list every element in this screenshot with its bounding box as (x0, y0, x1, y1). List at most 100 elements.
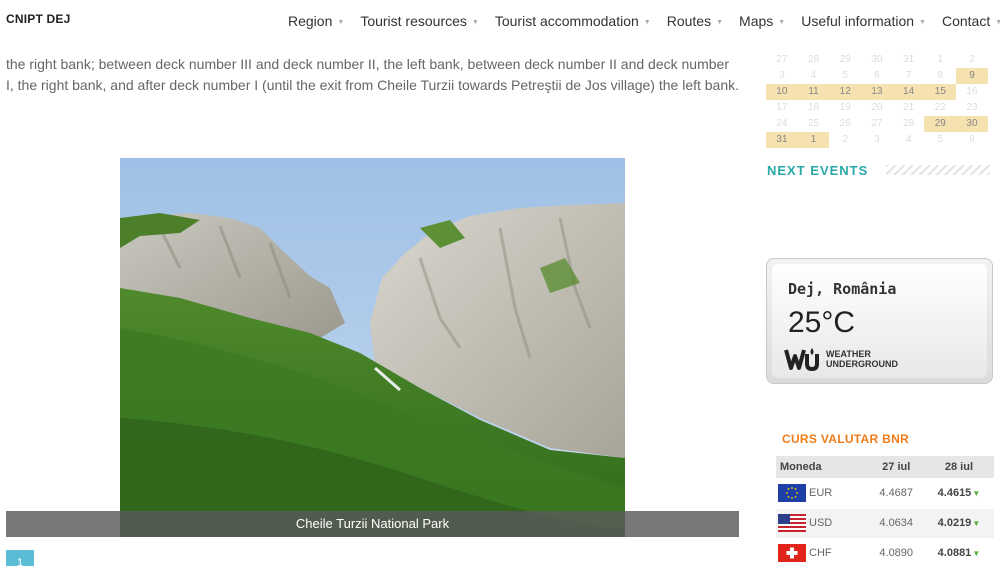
old-rate: 4.0890 (868, 538, 924, 566)
chevron-down-icon: ▼ (919, 18, 926, 26)
nav-label: Maps (739, 13, 774, 29)
calendar-day-event[interactable]: 15 (924, 84, 957, 100)
calendar-day: 29 (839, 54, 851, 65)
nav-item-region[interactable]: Region ▼ (288, 13, 344, 29)
calendar-day[interactable]: 23 (956, 100, 988, 116)
calendar-day: 5 (937, 134, 944, 145)
site-header: CNIPT DEJ Region ▼ Tourist resources ▼ Tou… (0, 0, 1000, 46)
calendar-day[interactable]: 17 (766, 100, 798, 116)
calendar-day[interactable]: 21 (893, 100, 925, 116)
eu-flag-icon (778, 483, 806, 502)
calendar-day-event[interactable]: 11 (797, 84, 830, 100)
new-rate: 4.4615 (937, 486, 972, 499)
site-brand[interactable]: CNIPT DEJ (6, 12, 70, 26)
chevron-down-icon: ▼ (716, 18, 724, 26)
calendar-day-event[interactable]: 10 (766, 84, 798, 100)
calendar-day-event[interactable]: 1 (797, 132, 830, 148)
nav-item-contact[interactable]: Contact ▼ (942, 13, 1000, 29)
currency-cell: CHF (776, 538, 869, 566)
calendar-week: 24 25 26 27 28 29 30 (766, 116, 988, 132)
events-calendar: 27 28 29 30 31 1 2 3 4 5 6 7 8 9 10 11 1… (766, 52, 988, 148)
gorge-photo[interactable] (120, 158, 625, 537)
nav-item-tourist-resources[interactable]: Tourist resources ▼ (360, 13, 479, 29)
new-rate-cell: 4.0219▼ (923, 508, 994, 539)
ch-flag-icon (778, 544, 806, 562)
calendar-day[interactable]: 20 (861, 100, 893, 116)
next-events-heading: NEXT EVENTS (767, 163, 869, 178)
calendar-day[interactable]: 6 (861, 68, 893, 84)
nav-item-tourist-accommodation[interactable]: Tourist accommodation ▼ (495, 13, 651, 29)
nav-item-maps[interactable]: Maps ▼ (739, 13, 785, 29)
weather-widget[interactable]: Dej, România 25°C WEATHER UNDERGROUND (766, 258, 993, 384)
photo-slideshow: Cheile Turzii National Park (6, 158, 739, 537)
calendar-day[interactable]: 7 (893, 68, 925, 84)
calendar-day[interactable]: 28 (893, 116, 925, 132)
calendar-day[interactable]: 25 (798, 116, 830, 132)
trend-down-icon: ▼ (972, 549, 981, 558)
currency-code: USD (809, 517, 833, 529)
logo-line: WEATHER (826, 349, 871, 359)
old-rate: 4.4687 (868, 478, 924, 509)
calendar-day[interactable]: 2 (956, 52, 988, 68)
article-line: the right bank; between deck number III … (6, 56, 729, 72)
calendar-day-event[interactable]: 31 (766, 132, 798, 148)
nav-item-routes[interactable]: Routes ▼ (667, 13, 723, 29)
chevron-down-icon: ▼ (643, 18, 651, 26)
logo-line: UNDERGROUND (826, 359, 898, 369)
calendar-day-event[interactable]: 29 (924, 116, 957, 132)
chevron-down-icon: ▼ (995, 18, 1000, 26)
calendar-day[interactable]: 1 (924, 52, 956, 68)
currency-code: EUR (809, 486, 833, 499)
calendar-day-event[interactable]: 14 (892, 84, 925, 100)
currency-code: CHF (809, 547, 832, 559)
calendar-day[interactable]: 27 (861, 116, 893, 132)
calendar-day[interactable]: 8 (924, 68, 956, 84)
calendar-day: 4 (905, 134, 912, 145)
chevron-down-icon: ▼ (337, 18, 345, 26)
chevron-down-icon: ▼ (778, 18, 786, 26)
table-row: EUR 4.4687 4.4615▼ (776, 478, 994, 509)
nav-label: Tourist accommodation (494, 13, 639, 29)
calendar-day[interactable]: 18 (798, 100, 830, 116)
weather-temperature: 25°C (788, 306, 856, 339)
calendar-day[interactable]: 24 (766, 116, 798, 132)
calendar-day: 2 (842, 134, 848, 145)
table-row: USD 4.0634 4.0219▼ (776, 508, 994, 539)
weather-underground-logo: WEATHER UNDERGROUND (784, 346, 898, 372)
calendar-day-event[interactable]: 12 (829, 84, 862, 100)
table-header-row: Moneda 27 iul 28 iul (776, 456, 994, 478)
exchange-rate-table: Moneda 27 iul 28 iul EUR 4.4687 4.4615▼ … (776, 456, 994, 566)
heading-decoration (886, 165, 990, 175)
calendar-day-event[interactable]: 9 (956, 68, 988, 84)
column-header: 28 iul (923, 456, 994, 478)
old-rate: 4.0634 (868, 508, 924, 539)
trend-down-icon: ▼ (972, 519, 981, 528)
calendar-day-event[interactable]: 13 (861, 84, 893, 100)
calendar-day: 3 (874, 134, 880, 145)
calendar-day[interactable]: 5 (829, 68, 861, 84)
calendar-day[interactable]: 4 (798, 68, 830, 84)
new-rate-cell: 4.0881▼ (923, 538, 994, 566)
calendar-week: 27 28 29 30 31 1 2 (766, 52, 988, 68)
article-text: the right bank; between deck number III … (6, 54, 741, 96)
calendar-day[interactable]: 16 (956, 84, 988, 100)
exchange-rate-heading: CURS VALUTAR BNR (782, 432, 910, 446)
nav-item-useful-information[interactable]: Useful information ▼ (801, 13, 926, 29)
slideshow-pager-current[interactable]: 1 (6, 550, 34, 566)
calendar-day[interactable]: 22 (924, 100, 956, 116)
calendar-day: 27 (776, 54, 788, 65)
calendar-day[interactable]: 19 (829, 100, 861, 116)
nav-label: Region (288, 13, 333, 29)
calendar-day[interactable]: 3 (766, 68, 798, 84)
calendar-day: 30 (871, 54, 883, 65)
wu-logo-icon (784, 348, 819, 372)
calendar-day[interactable]: 26 (829, 116, 861, 132)
calendar-day-event[interactable]: 30 (956, 116, 988, 132)
new-rate: 4.0219 (937, 517, 972, 529)
column-header: 27 iul (868, 456, 924, 478)
table-row: CHF 4.0890 4.0881▼ (776, 538, 994, 566)
calendar-week: 31 1 2 3 4 5 6 (766, 132, 988, 148)
column-header: Moneda (776, 456, 869, 478)
new-rate-cell: 4.4615▼ (923, 478, 994, 509)
chevron-down-icon: ▼ (471, 18, 479, 26)
